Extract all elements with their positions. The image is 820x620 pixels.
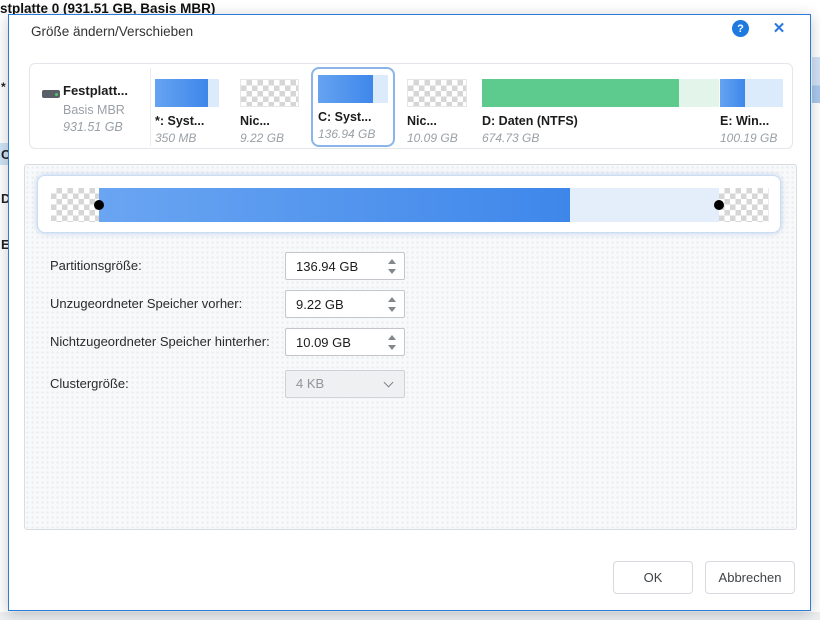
- partition-size: 674.73 GB: [482, 131, 540, 145]
- slider-track: [51, 188, 769, 222]
- resize-panel: Partitionsgröße: Unzugeordneter Speicher…: [24, 164, 797, 530]
- spin-up-icon[interactable]: [388, 335, 396, 340]
- spin-up-icon[interactable]: [388, 297, 396, 302]
- partition-bar-c: [318, 75, 388, 103]
- hard-disk-icon: [42, 90, 60, 98]
- unallocated-before-field: [285, 290, 405, 318]
- partition-size: 100.19 GB: [720, 131, 778, 145]
- slider-right-handle[interactable]: [714, 200, 724, 210]
- partition-size-field: [285, 252, 405, 280]
- cancel-button[interactable]: Abbrechen: [705, 561, 795, 594]
- disk-size: 931.51 GB: [63, 120, 123, 134]
- spin-down-icon[interactable]: [388, 269, 396, 274]
- disk-name: Festplatt...: [63, 83, 129, 98]
- partition-size: 136.94 GB: [318, 127, 376, 141]
- partition-label: *: Syst...: [155, 114, 205, 128]
- partition-size: 10.09 GB: [407, 131, 458, 145]
- slider-left-handle[interactable]: [94, 200, 104, 210]
- divider: [150, 68, 151, 146]
- partition-bar-d[interactable]: [482, 79, 719, 107]
- resize-slider: [37, 175, 781, 233]
- partition-label: Nic...: [407, 114, 437, 128]
- partition-bar-unallocated-after[interactable]: [407, 79, 467, 107]
- cluster-size-value: 4 KB: [296, 376, 325, 391]
- background-partition-star: *: [1, 80, 6, 94]
- spinner-arrows[interactable]: [387, 296, 396, 313]
- spinner-arrows[interactable]: [387, 334, 396, 351]
- unallocated-after-label: Nichtzugeordneter Speicher hinterher:: [50, 334, 270, 349]
- unallocated-after-input[interactable]: [286, 329, 378, 355]
- spin-up-icon[interactable]: [388, 259, 396, 264]
- spin-down-icon[interactable]: [388, 345, 396, 350]
- slider-partition-free-segment[interactable]: [570, 188, 719, 222]
- unallocated-before-input[interactable]: [286, 291, 378, 317]
- partition-label: Nic...: [240, 114, 270, 128]
- resize-move-dialog: Größe ändern/Verschieben ? ✕ Festplatt..…: [8, 14, 811, 611]
- ok-button[interactable]: OK: [613, 561, 693, 594]
- partition-label: D: Daten (NTFS): [482, 114, 578, 128]
- spinner-arrows[interactable]: [387, 258, 396, 275]
- disk-layout: Basis MBR: [63, 103, 125, 117]
- partition-bar-unallocated-before[interactable]: [240, 79, 299, 107]
- background-window-edge: [0, 612, 820, 620]
- partition-size: 350 MB: [155, 131, 197, 145]
- partition-size: 9.22 GB: [240, 131, 285, 145]
- partition-bar-e[interactable]: [720, 79, 783, 107]
- partition-card-c-selected[interactable]: C: Syst... 136.94 GB: [311, 67, 395, 147]
- background-partition-bar-fragment: [812, 57, 820, 103]
- unallocated-after-field: [285, 328, 405, 356]
- cluster-size-label: Clustergröße:: [50, 376, 129, 391]
- chevron-down-icon: [383, 377, 394, 388]
- slider-partition-used-segment[interactable]: [99, 188, 570, 222]
- partition-bar-system-reserved[interactable]: [155, 79, 219, 107]
- help-icon[interactable]: ?: [732, 20, 749, 37]
- unallocated-before-label: Unzugeordneter Speicher vorher:: [50, 296, 243, 311]
- slider-unallocated-after-segment[interactable]: [719, 188, 769, 222]
- partition-label: C: Syst...: [318, 110, 372, 124]
- slider-unallocated-before-segment[interactable]: [51, 188, 99, 222]
- partition-size-input[interactable]: [286, 253, 378, 279]
- dialog-title: Größe ändern/Verschieben: [31, 24, 194, 39]
- partition-size-label: Partitionsgröße:: [50, 258, 142, 273]
- disk-overview-strip: Festplatt... Basis MBR 931.51 GB *: Syst…: [29, 63, 793, 149]
- cluster-size-dropdown[interactable]: 4 KB: [285, 370, 405, 398]
- partition-label: E: Win...: [720, 114, 770, 128]
- spin-down-icon[interactable]: [388, 307, 396, 312]
- close-icon[interactable]: ✕: [769, 18, 789, 38]
